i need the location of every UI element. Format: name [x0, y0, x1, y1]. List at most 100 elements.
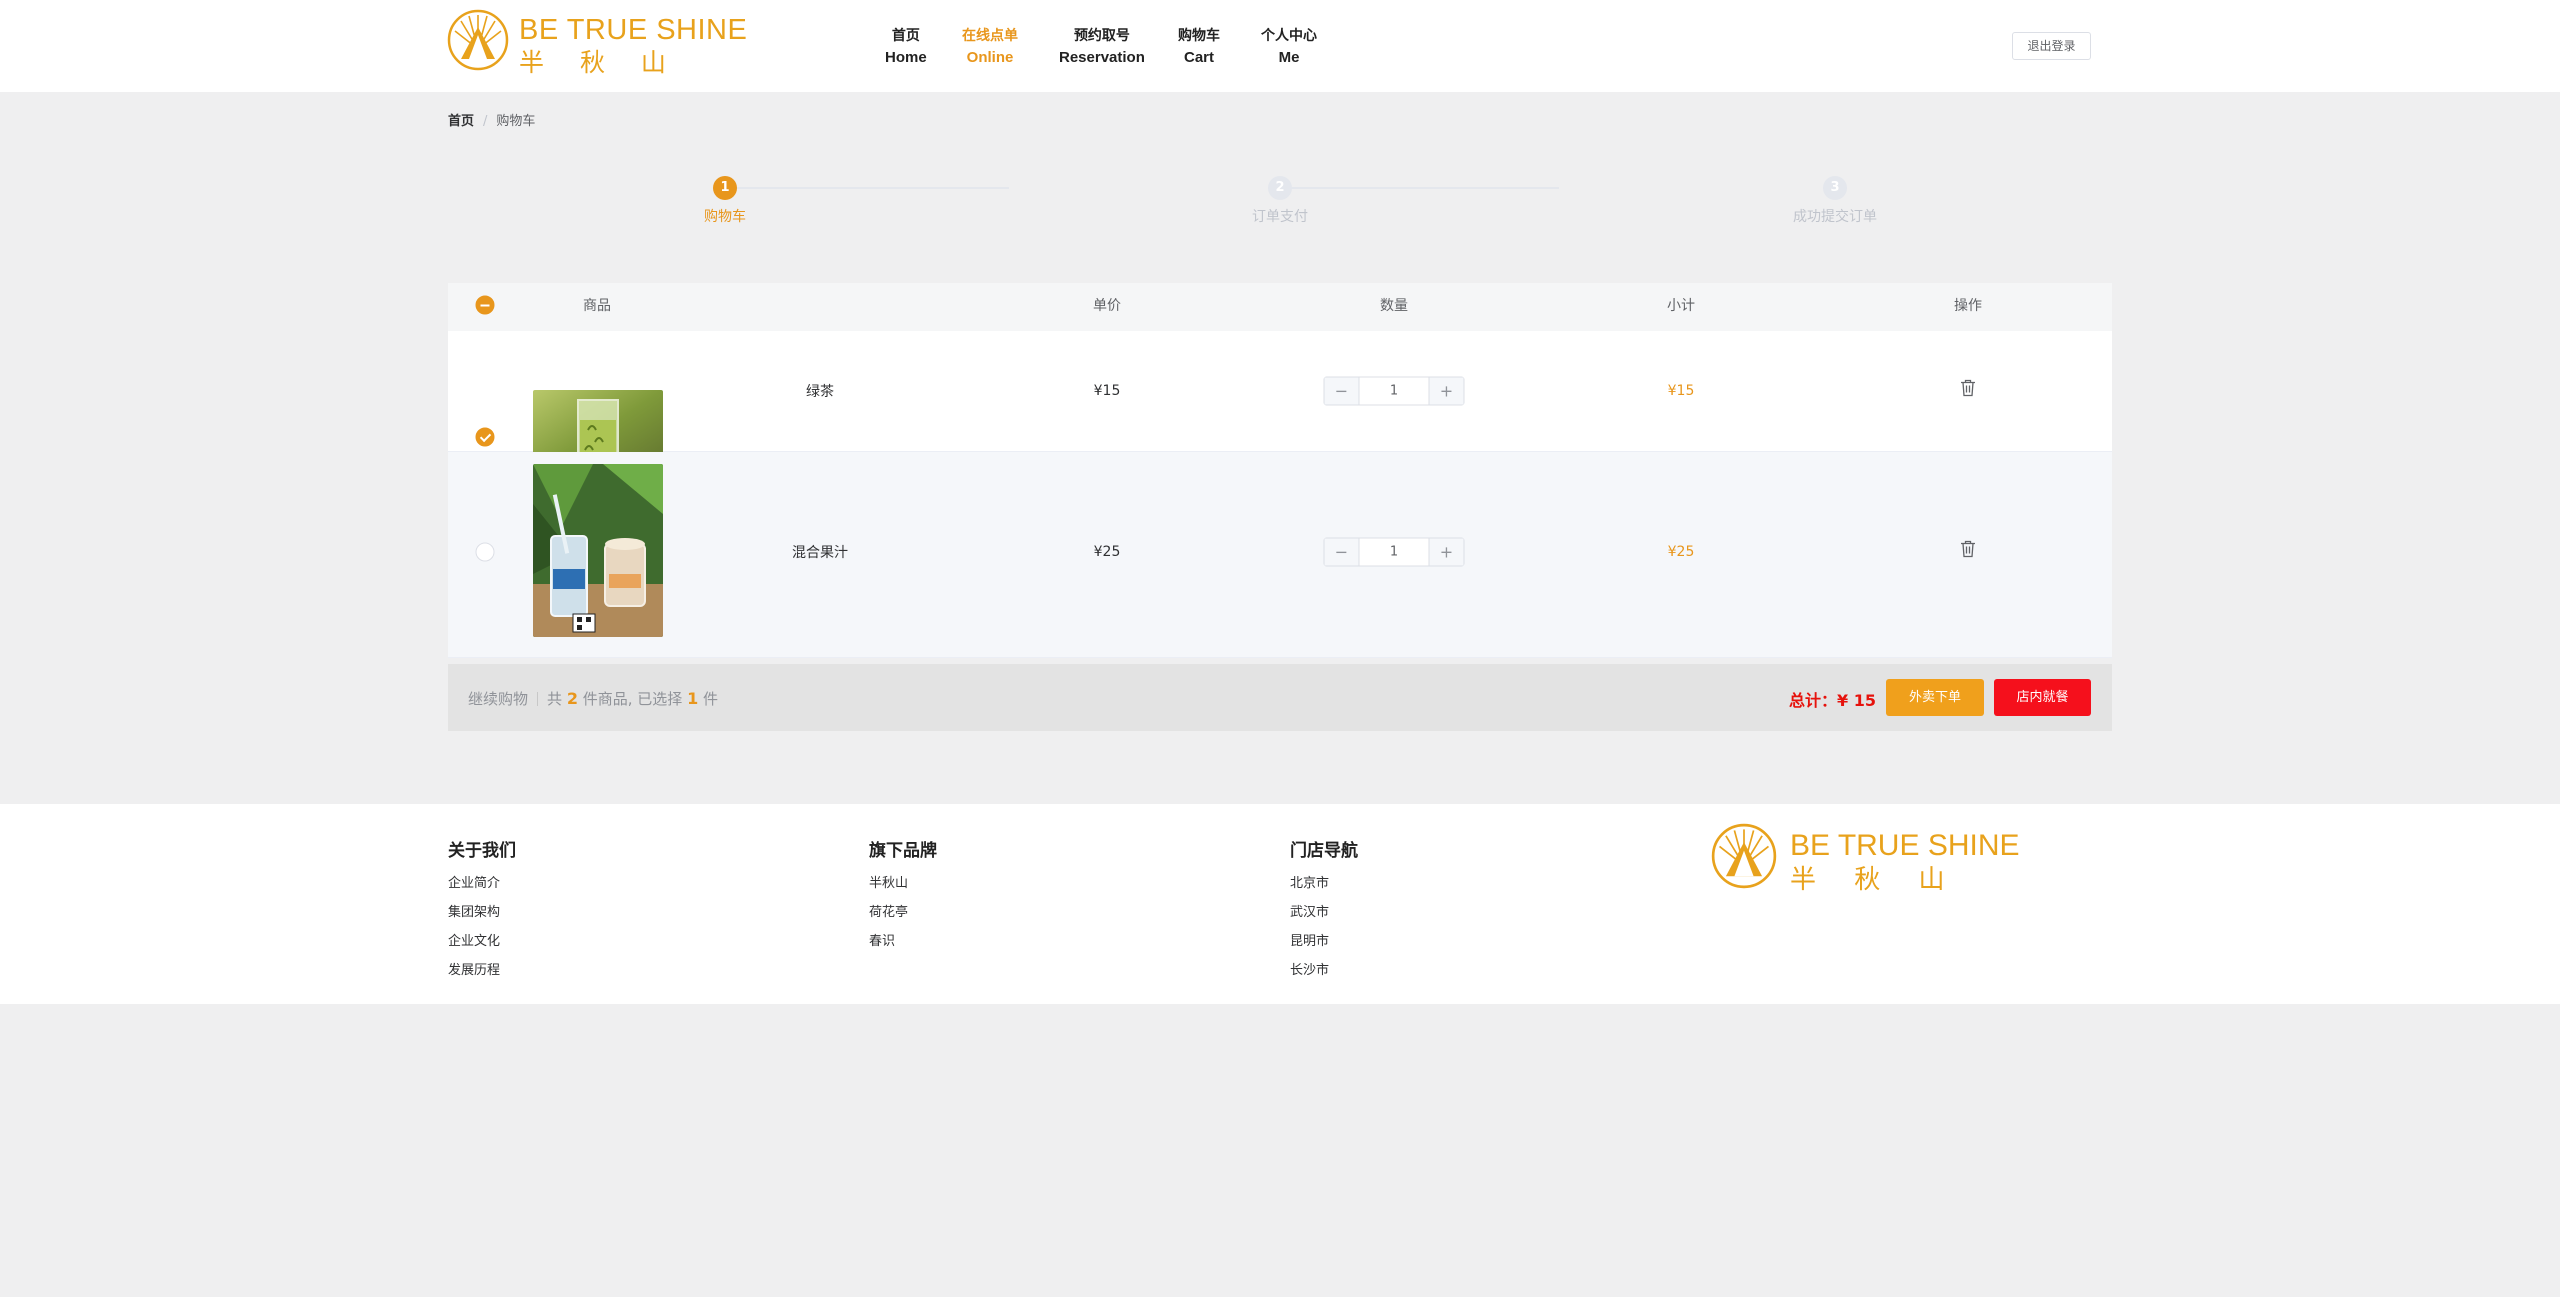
brand-logo[interactable]: BE TRUE SHINE 半 秋 山	[447, 9, 747, 77]
row-subtotal: ¥25	[1667, 544, 1695, 560]
step-payment: 2 订单支付	[1180, 176, 1380, 226]
mixed-juice-photo[interactable]	[533, 464, 663, 637]
logo-text-en: BE TRUE SHINE	[1790, 829, 2020, 862]
increase-button[interactable]: +	[1428, 538, 1464, 566]
nav-me-en: Me	[1278, 49, 1300, 66]
cart-summary-bar: 继续购物 共 2 件商品, 已选择 1 件 总计：¥ 15 外卖下单 店内就餐	[448, 664, 2112, 731]
unit-price: ¥25	[1093, 544, 1121, 560]
decrease-button[interactable]: −	[1324, 538, 1360, 566]
nav-me-cn: 个人中心	[1261, 28, 1317, 44]
step-cart: 1 购物车	[625, 176, 825, 226]
breadcrumb-home[interactable]: 首页	[448, 114, 474, 129]
delete-button[interactable]	[1960, 540, 1976, 562]
trash-icon	[1961, 540, 1975, 558]
step-label: 订单支付	[1252, 209, 1308, 225]
nav-me[interactable]: 个人中心 Me	[1261, 26, 1317, 68]
total-item-count: 2	[566, 689, 578, 708]
header-subtotal: 小计	[1667, 298, 1695, 314]
nav-home-en: Home	[885, 49, 927, 66]
row-checkbox[interactable]	[475, 542, 495, 562]
footer-link[interactable]: 荷花亭	[869, 898, 937, 927]
step-number: 1	[713, 176, 737, 200]
product-name: 绿茶	[806, 384, 834, 400]
breadcrumb: 首页 / 购物车	[448, 110, 535, 129]
step-label: 成功提交订单	[1793, 209, 1877, 225]
checkout-steps: 1 购物车 2 订单支付 3 成功提交订单	[448, 170, 2112, 230]
footer-column-brands: 旗下品牌 半秋山 荷花亭 春识	[869, 836, 937, 956]
logo-text-cn: 半 秋 山	[1790, 865, 1960, 895]
site-footer: 关于我们 企业简介 集团架构 企业文化 发展历程 旗下品牌 半秋山 荷花亭 春识…	[0, 804, 2560, 1004]
table-header: 商品 单价 数量 小计 操作	[448, 283, 2112, 331]
footer-link[interactable]: 发展历程	[448, 956, 516, 985]
delete-button[interactable]	[1960, 379, 1976, 401]
cart-table: 商品 单价 数量 小计 操作 绿茶 ¥15 − 1 + ¥15 混合果汁 ¥25…	[448, 283, 2112, 658]
nav-reservation-cn: 预约取号	[1073, 28, 1130, 44]
nav-reservation[interactable]: 预约取号 Reservation	[1059, 26, 1145, 68]
continue-shopping-link[interactable]: 继续购物	[468, 690, 528, 708]
logout-button[interactable]: 退出登录	[2012, 32, 2091, 60]
table-row: 绿茶 ¥15 − 1 + ¥15	[448, 331, 2112, 477]
selected-item-count: 1	[687, 689, 699, 708]
nav-home-cn: 首页	[891, 28, 920, 44]
header-action: 操作	[1954, 298, 1982, 314]
count-prefix: 共	[547, 690, 563, 708]
nav-online-en: Online	[966, 49, 1014, 66]
quantity-input[interactable]: 1	[1360, 539, 1429, 566]
footer-column-title: 旗下品牌	[869, 841, 937, 861]
header-unit-price: 单价	[1093, 298, 1121, 314]
unit-price: ¥15	[1093, 383, 1121, 399]
header-quantity: 数量	[1380, 298, 1408, 314]
quantity-input[interactable]: 1	[1360, 378, 1429, 405]
total-value: ¥ 15	[1837, 691, 1876, 710]
step-number: 3	[1823, 176, 1847, 200]
select-all-checkbox[interactable]	[475, 295, 495, 315]
nav-home[interactable]: 首页 Home	[885, 26, 927, 68]
footer-column-title: 门店导航	[1290, 841, 1358, 861]
footer-column-about: 关于我们 企业简介 集团架构 企业文化 发展历程	[448, 836, 516, 985]
trash-icon	[1961, 379, 1975, 397]
top-header: BE TRUE SHINE 半 秋 山 首页 Home 在线点单 Online …	[0, 0, 2560, 92]
nav-online-cn: 在线点单	[962, 28, 1018, 44]
summary-info: 继续购物 共 2 件商品, 已选择 1 件	[468, 688, 718, 709]
nav-online[interactable]: 在线点单 Online	[962, 26, 1018, 68]
logo-text-cn: 半 秋 山	[519, 48, 680, 77]
count-suffix: 件	[702, 690, 718, 708]
footer-link[interactable]: 企业文化	[448, 927, 516, 956]
increase-button[interactable]: +	[1428, 377, 1464, 405]
step-label: 购物车	[704, 209, 746, 225]
footer-link[interactable]: 集团架构	[448, 898, 516, 927]
footer-link[interactable]: 长沙市	[1290, 956, 1358, 985]
table-row: 混合果汁 ¥25 − 1 + ¥25	[448, 452, 2112, 658]
footer-column-title: 关于我们	[448, 841, 516, 861]
quantity-stepper: − 1 +	[1323, 376, 1465, 406]
decrease-button[interactable]: −	[1324, 377, 1360, 405]
product-name: 混合果汁	[792, 545, 848, 561]
sun-logo-icon	[447, 9, 509, 71]
footer-link[interactable]: 企业简介	[448, 869, 516, 898]
footer-link[interactable]: 半秋山	[869, 869, 937, 898]
row-checkbox[interactable]	[475, 427, 495, 447]
footer-logo: BE TRUE SHINE 半 秋 山	[1711, 823, 2020, 895]
total-label: 总计：	[1789, 691, 1838, 710]
breadcrumb-current: 购物车	[496, 114, 536, 129]
quantity-stepper: − 1 +	[1323, 537, 1465, 567]
order-total: 总计：¥ 15	[1789, 687, 1876, 711]
footer-link[interactable]: 昆明市	[1290, 927, 1358, 956]
nav-reservation-en: Reservation	[1059, 49, 1145, 66]
nav-cart[interactable]: 购物车 Cart	[1178, 26, 1220, 68]
nav-cart-cn: 购物车	[1178, 28, 1220, 44]
count-middle: 件商品, 已选择	[582, 690, 683, 708]
dine-in-button[interactable]: 店内就餐	[1994, 679, 2091, 716]
footer-link[interactable]: 春识	[869, 927, 937, 956]
row-subtotal: ¥15	[1667, 383, 1695, 399]
header-product: 商品	[583, 298, 611, 314]
footer-link[interactable]: 北京市	[1290, 869, 1358, 898]
nav-cart-en: Cart	[1183, 49, 1214, 66]
footer-link[interactable]: 武汉市	[1290, 898, 1358, 927]
sun-logo-icon	[1711, 823, 1777, 889]
footer-column-stores: 门店导航 北京市 武汉市 昆明市 长沙市	[1290, 836, 1358, 985]
breadcrumb-separator: /	[483, 114, 488, 129]
step-number: 2	[1268, 176, 1292, 200]
takeout-order-button[interactable]: 外卖下单	[1886, 679, 1984, 716]
step-success: 3 成功提交订单	[1735, 176, 1935, 226]
